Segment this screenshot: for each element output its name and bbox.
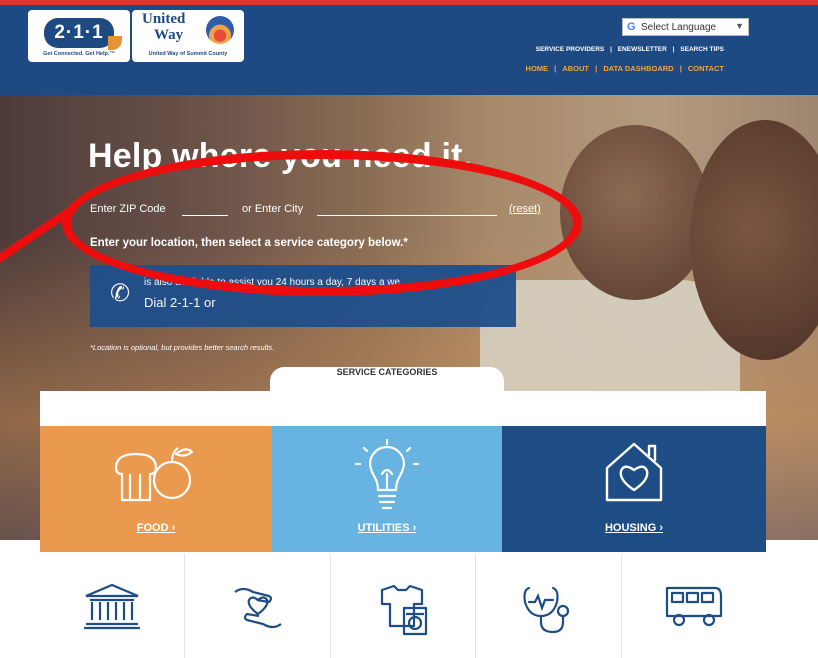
language-select-label: Select Language	[641, 22, 717, 33]
service-categories-panel: FOOD › UTILITIES › HOUSING ›	[40, 391, 766, 658]
site-header: 2·1·1 Get Connected. Get Help.™ United W…	[0, 0, 818, 95]
service-categories-title: SERVICE CATEGORIES	[336, 367, 438, 377]
courthouse-icon	[84, 583, 141, 630]
chevron-down-icon: ▼	[735, 21, 744, 31]
nav-data-dashboard[interactable]: DATA DASHBOARD	[603, 64, 673, 73]
logo-211[interactable]: 2·1·1 Get Connected. Get Help.™	[28, 10, 130, 62]
nav-separator: |	[679, 64, 682, 73]
nav-contact[interactable]: CONTACT	[688, 64, 724, 73]
call-dial-text[interactable]: Dial 2-1-1 or	[144, 295, 216, 310]
category-tile[interactable]	[40, 554, 186, 658]
logo-uw-line2: Way	[154, 27, 184, 43]
header-accent-line	[0, 0, 818, 5]
house-heart-icon	[605, 442, 663, 502]
category-food-label: FOOD ›	[136, 522, 176, 534]
location-optional-note: *Location is optional, but provides bett…	[90, 343, 275, 352]
nav-enewsletter[interactable]: ENEWSLETTER	[618, 46, 667, 53]
nav-separator: |	[554, 64, 557, 73]
logo-uw-line1: United	[142, 11, 186, 27]
nav-service-providers[interactable]: SERVICE PROVIDERS	[536, 46, 605, 53]
nav-separator: |	[595, 64, 598, 73]
primary-categories: FOOD › UTILITIES › HOUSING ›	[40, 426, 766, 552]
main-nav: HOME | ABOUT | DATA DASHBOARD | CONTACT	[524, 64, 726, 73]
category-tile[interactable]	[622, 554, 766, 658]
logo-211-badge: 2·1·1	[44, 18, 114, 48]
category-utilities-label: UTILITIES ›	[357, 522, 417, 534]
united-way-emblem-icon	[206, 16, 234, 44]
category-utilities[interactable]: UTILITIES ›	[272, 426, 502, 552]
phone-icon: ✆	[110, 280, 131, 307]
logo-211-swoosh	[108, 36, 122, 50]
category-tile[interactable]	[476, 554, 622, 658]
logo-uw-tagline: United Way of Summit County	[148, 51, 228, 57]
annotation-ellipse	[62, 150, 582, 296]
nav-separator: |	[672, 46, 675, 53]
utility-nav: SERVICE PROVIDERS | ENEWSLETTER | SEARCH…	[534, 46, 726, 53]
category-tile[interactable]	[331, 554, 477, 658]
lightbulb-icon	[354, 438, 420, 510]
category-housing-label: HOUSING ›	[604, 522, 664, 534]
category-housing[interactable]: HOUSING ›	[502, 426, 766, 552]
secondary-categories	[40, 554, 766, 658]
bread-apple-icon	[114, 447, 194, 502]
logo-211-tagline: Get Connected. Get Help.™	[43, 51, 115, 57]
google-g-icon: G	[627, 21, 636, 33]
category-tile[interactable]	[185, 554, 331, 658]
category-food[interactable]: FOOD ›	[40, 426, 272, 552]
clothing-washer-icon	[380, 584, 428, 636]
nav-about[interactable]: ABOUT	[562, 64, 589, 73]
stethoscope-icon	[523, 586, 570, 634]
nav-home[interactable]: HOME	[526, 64, 549, 73]
hero-photo-baby	[560, 125, 710, 300]
bus-icon	[665, 586, 722, 627]
hands-heart-icon	[233, 587, 282, 629]
nav-search-tips[interactable]: SEARCH TIPS	[680, 46, 724, 53]
language-select[interactable]: G Select Language ▼	[622, 18, 749, 36]
logo-united-way[interactable]: United Way United Way of Summit County	[132, 10, 244, 62]
nav-separator: |	[610, 46, 612, 53]
